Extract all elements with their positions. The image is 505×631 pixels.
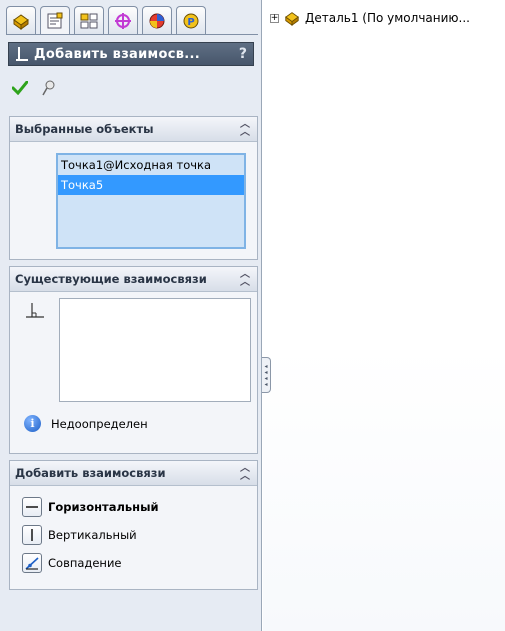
photoview-icon: P (183, 13, 199, 28)
ok-check-icon[interactable] (12, 81, 28, 95)
tabstrip-divider (6, 34, 258, 35)
part-icon (13, 13, 29, 30)
tree-part-label[interactable]: Деталь1 (По умолчанию... (305, 11, 470, 25)
existing-relations-header[interactable]: Существующие взаимосвязи ︿ ︿ (10, 267, 257, 292)
svg-text:P: P (187, 17, 194, 28)
selected-entities-header[interactable]: Выбранные объекты ︿ ︿ (10, 117, 257, 142)
status-row: i Недоопределен (24, 415, 148, 432)
existing-relations-list[interactable] (59, 298, 251, 402)
part-icon (285, 12, 299, 26)
horizontal-icon (22, 497, 42, 517)
relation-list-icon (26, 303, 44, 318)
add-relation-icon (16, 47, 28, 61)
property-icon (47, 12, 63, 28)
manager-tabs: P (6, 4, 256, 38)
status-text: Недоопределен (51, 416, 148, 431)
tab-dimxpert-manager[interactable] (108, 6, 138, 34)
property-manager-panel: P Добавить взаимосв... ? Выбранные объек… (0, 0, 262, 631)
help-button[interactable]: ? (239, 46, 247, 62)
graphics-area[interactable] (263, 0, 505, 631)
relation-coincident[interactable]: Совпадение (22, 553, 122, 573)
relation-label: Вертикальный (48, 528, 137, 542)
pushpin-icon[interactable] (42, 80, 56, 96)
relation-label: Совпадение (48, 556, 122, 570)
configuration-icon (80, 13, 98, 28)
relation-vertical[interactable]: Вертикальный (22, 525, 137, 545)
tab-display-manager[interactable] (142, 6, 172, 34)
existing-relations-group: Существующие взаимосвязи ︿ ︿ i Недоопреде… (9, 266, 258, 454)
add-relations-title: Добавить взаимосвязи (15, 466, 166, 480)
selected-entities-group: Выбранные объекты ︿ ︿ Точка1@Исходная точ… (9, 116, 258, 260)
panel-title: Добавить взаимосв... (34, 46, 200, 62)
tab-property-manager[interactable] (40, 6, 70, 34)
dimxpert-icon (115, 12, 131, 29)
ok-cancel-row (12, 78, 56, 98)
panel-title-bar: Добавить взаимосв... ? (8, 42, 254, 66)
tab-photoview[interactable]: P (176, 6, 206, 34)
collapse-chevron-icon[interactable]: ︿ ︿ (239, 120, 251, 138)
info-icon: i (24, 415, 41, 432)
existing-relations-title: Существующие взаимосвязи (15, 272, 207, 286)
vertical-icon (22, 525, 42, 545)
feature-tree-flyout: + Деталь1 (По умолчанию... (270, 10, 470, 26)
relation-label: Горизонтальный (48, 500, 159, 514)
list-item[interactable]: Точка1@Исходная точка (58, 155, 244, 175)
list-item-selected[interactable]: Точка5 (58, 175, 244, 195)
add-relations-header[interactable]: Добавить взаимосвязи ︿ ︿ (10, 461, 257, 486)
panel-splitter-handle[interactable]: ◂ ◂ ◂ ◂ (262, 357, 271, 393)
selected-entities-title: Выбранные объекты (15, 122, 154, 136)
collapse-chevron-icon[interactable]: ︿ ︿ (239, 270, 251, 288)
tree-expander[interactable]: + (270, 13, 279, 23)
add-relations-group: Добавить взаимосвязи ︿ ︿ Горизонтальный В… (9, 460, 258, 590)
display-icon (149, 13, 165, 28)
tab-feature-manager[interactable] (6, 6, 36, 34)
selected-entities-list[interactable]: Точка1@Исходная точка Точка5 (56, 153, 246, 249)
coincident-icon (22, 553, 42, 573)
collapse-chevron-icon[interactable]: ︿ ︿ (239, 464, 251, 482)
tab-configuration-manager[interactable] (74, 6, 104, 34)
relation-horizontal[interactable]: Горизонтальный (22, 497, 159, 517)
